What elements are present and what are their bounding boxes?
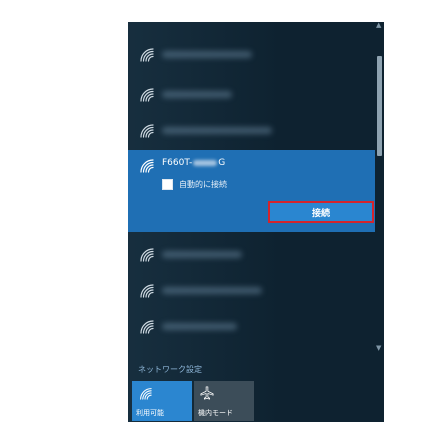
wifi-tile-label: 利用可能	[136, 409, 164, 417]
network-name-redacted	[162, 251, 242, 258]
airplane-tile-label: 機内モード	[198, 409, 233, 417]
auto-connect-label: 自動的に接続	[179, 180, 227, 189]
network-name-redaction	[193, 159, 218, 166]
selected-network[interactable]: F660T- G 自動的に接続 接続	[128, 150, 375, 232]
scroll-up-icon[interactable]: ▲	[376, 22, 381, 29]
wifi-tile[interactable]: 利用可能	[132, 381, 192, 421]
network-item[interactable]	[128, 274, 375, 306]
network-name-prefix: F660T-	[162, 158, 193, 168]
scroll-thumb[interactable]	[377, 56, 382, 156]
network-item[interactable]	[128, 38, 375, 70]
auto-connect-checkbox[interactable]	[162, 179, 173, 190]
network-item[interactable]	[128, 78, 375, 110]
wifi-signal-icon	[140, 284, 154, 298]
network-item[interactable]	[128, 114, 375, 146]
wifi-signal-icon	[140, 248, 154, 262]
network-name-redacted	[162, 91, 232, 98]
wifi-signal-icon	[140, 320, 154, 334]
network-item[interactable]	[128, 310, 375, 342]
wifi-icon	[140, 388, 152, 400]
network-name: F660T- G	[162, 158, 225, 168]
airplane-mode-tile[interactable]: 機内モード	[194, 381, 254, 421]
connect-button[interactable]: 接続	[268, 201, 374, 223]
network-name-suffix: G	[218, 158, 226, 168]
scroll-down-icon[interactable]: ▼	[376, 345, 381, 352]
network-name-redacted	[162, 323, 237, 330]
wifi-signal-icon	[140, 88, 154, 102]
wifi-signal-icon	[140, 48, 154, 62]
scrollbar[interactable]: ▲ ▼	[375, 22, 384, 352]
wifi-signal-icon	[140, 159, 154, 173]
network-name-redacted	[162, 51, 252, 58]
network-item[interactable]	[128, 238, 375, 270]
airplane-icon	[200, 386, 214, 400]
network-settings-link[interactable]: ネットワーク設定	[138, 364, 202, 375]
wifi-signal-icon	[140, 124, 154, 138]
network-name-redacted	[162, 127, 272, 134]
network-name-redacted	[162, 287, 262, 294]
wifi-flyout: ▲ ▼ F660T- G 自動的に接続 接続 ネットワーク設定 利用可能 機内モ…	[128, 22, 384, 422]
